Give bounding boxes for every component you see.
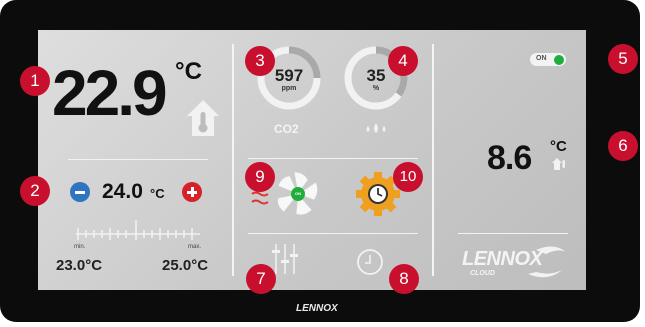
outdoor-house-icon [552,158,565,170]
power-toggle[interactable]: ON [530,53,566,66]
co2-label: CO2 [274,122,299,136]
marker-7: 7 [246,264,276,294]
divider-right [432,44,434,276]
marker-6: 6 [608,131,638,161]
humidity-unit: % [372,85,380,92]
hline-mid-2 [248,233,418,234]
current-temperature: 22.9 [52,57,168,129]
min-temperature: 23.0°C [56,257,103,274]
fan-on-badge: ON [295,191,301,196]
humidity-drops-icon [366,123,386,133]
bezel-logo: LENNOX [296,303,338,314]
outdoor-temperature: 8.6 [487,139,532,177]
divider-left [232,44,234,276]
thermostat-screen: 22.9 °C 24.0 °C min. max. 23.0°C 25.0°C … [38,30,586,290]
power-toggle-knob [554,54,564,65]
marker-2: 2 [20,176,50,206]
co2-unit: ppm [281,85,297,92]
hline-mid-1 [248,158,418,159]
scale-min-label: min. [74,244,86,250]
current-temperature-unit: °C [175,58,202,85]
hline-right [458,233,568,234]
marker-5: 5 [608,44,638,74]
lennox-cloud-sub: CLOUD [470,270,495,277]
clock-button[interactable] [356,248,384,276]
outdoor-temperature-unit: °C [550,138,567,155]
settings-sliders-button[interactable] [270,242,300,276]
setpoint-scale[interactable] [68,216,208,248]
power-toggle-label: ON [536,55,547,62]
decrease-setpoint-button[interactable] [70,182,90,202]
marker-1: 1 [20,66,50,96]
setpoint-unit: °C [150,186,165,201]
marker-3: 3 [245,46,275,76]
marker-8: 8 [389,264,419,294]
marker-9: 9 [245,162,275,192]
indoor-house-thermometer-icon [187,100,219,136]
lennox-brand: LENNOX [462,248,543,270]
scale-max-label: max. [188,244,202,250]
increase-setpoint-button[interactable] [182,182,202,202]
max-temperature: 25.0°C [162,257,209,274]
marker-10: 10 [393,162,423,192]
marker-4: 4 [388,46,418,76]
hline-left [68,159,208,160]
setpoint-value: 24.0 [102,180,143,203]
